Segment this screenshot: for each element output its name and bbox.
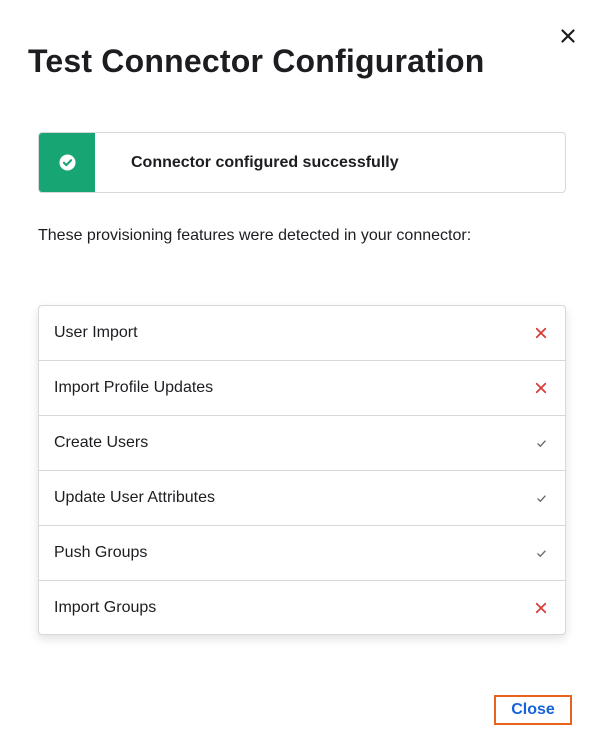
feature-status-not-detected bbox=[533, 600, 549, 616]
features-description: These provisioning features were detecte… bbox=[38, 227, 472, 244]
close-button[interactable]: Close bbox=[494, 695, 572, 725]
banner-message: Connector configured successfully bbox=[131, 153, 399, 171]
x-mark-icon bbox=[535, 327, 547, 339]
feature-row: Push Groups bbox=[39, 526, 565, 581]
feature-row: Import Profile Updates bbox=[39, 361, 565, 416]
checkmark-icon bbox=[536, 494, 546, 502]
feature-label: User Import bbox=[54, 324, 138, 341]
feature-row: Create Users bbox=[39, 416, 565, 471]
banner-icon-box bbox=[39, 133, 95, 192]
feature-label: Import Profile Updates bbox=[54, 379, 214, 396]
feature-status-not-detected bbox=[533, 380, 549, 396]
x-mark-icon bbox=[535, 382, 547, 394]
feature-label: Update User Attributes bbox=[54, 489, 215, 506]
feature-row: Update User Attributes bbox=[39, 471, 565, 526]
feature-label: Import Groups bbox=[54, 598, 157, 616]
checkmark-icon bbox=[536, 439, 546, 447]
success-banner: Connector configured successfully bbox=[38, 132, 566, 193]
dialog-title: Test Connector Configuration bbox=[28, 43, 485, 79]
check-circle-icon bbox=[58, 154, 76, 171]
x-mark-icon bbox=[535, 602, 547, 613]
test-connector-dialog: Test Connector Configuration Connector c… bbox=[0, 0, 599, 747]
feature-status-detected bbox=[533, 435, 549, 451]
feature-status-detected bbox=[533, 490, 549, 506]
feature-label: Push Groups bbox=[54, 544, 148, 561]
feature-row: User Import bbox=[39, 306, 565, 361]
checkmark-icon bbox=[536, 549, 546, 557]
feature-list: User Import Import Profile Updates Create … bbox=[38, 305, 566, 635]
feature-label: Create Users bbox=[54, 434, 149, 451]
close-icon bbox=[561, 29, 575, 43]
feature-status-not-detected bbox=[533, 325, 549, 341]
dialog-close-button[interactable] bbox=[556, 24, 580, 48]
feature-status-detected bbox=[533, 545, 549, 561]
feature-row: Import Groups bbox=[39, 581, 565, 634]
